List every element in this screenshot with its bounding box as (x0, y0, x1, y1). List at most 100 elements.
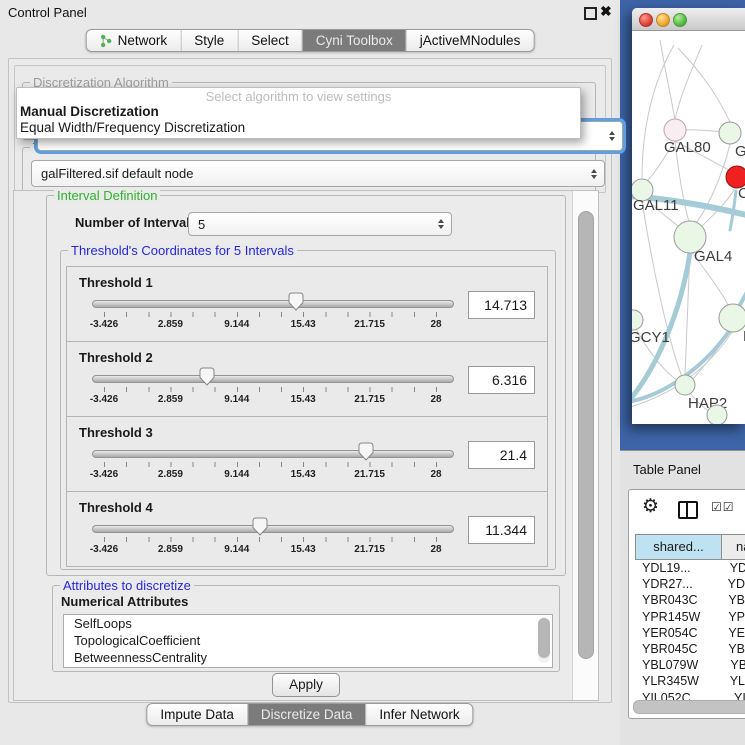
table-row[interactable]: YDR27...YDR2 (635, 576, 745, 592)
list-item[interactable]: BetweennessCentrality (64, 649, 552, 666)
network-node[interactable] (632, 310, 643, 330)
network-node[interactable] (719, 122, 741, 144)
scrollbar-thumb[interactable] (538, 618, 550, 658)
cell-name: YBR0 (715, 641, 745, 657)
tab-style[interactable]: Style (180, 30, 237, 51)
attributes-group: Attributes to discretize Numerical Attri… (52, 585, 560, 672)
threshold-slider[interactable]: -3.4262.8599.14415.4321.71528 (92, 516, 452, 562)
tab-jactivemnodules[interactable]: jActiveMNodules (406, 30, 534, 51)
network-node[interactable] (707, 405, 727, 424)
float-window-icon[interactable] (584, 7, 597, 20)
tab-impute-data[interactable]: Impute Data (147, 704, 247, 725)
threshold-label: Threshold 1 (79, 275, 153, 290)
close-window-icon[interactable] (639, 13, 653, 27)
network-node[interactable] (675, 375, 695, 395)
table-row[interactable]: YBL079WYBL0 (635, 657, 745, 673)
threshold-slider[interactable]: -3.4262.8599.14415.4321.71528 (92, 441, 452, 487)
scale-label: 21.715 (354, 469, 385, 480)
threshold-value-field[interactable]: 6.316 (468, 366, 535, 394)
close-icon[interactable]: ✖ (600, 3, 612, 20)
select-columns-icon[interactable]: ☑☑ (711, 500, 735, 514)
threshold-value-field[interactable]: 14.713 (468, 291, 535, 319)
list-scrollbar[interactable] (538, 617, 550, 663)
table-row[interactable]: YER054CYER0 (635, 625, 745, 641)
threshold-slider[interactable]: -3.4262.8599.14415.4321.71528 (92, 291, 452, 337)
slider-handle[interactable] (252, 517, 268, 536)
network-node-label: GCY1 (632, 329, 670, 346)
slider-handle[interactable] (199, 367, 215, 386)
tab-label: Network (118, 33, 168, 48)
scale-label: 21.715 (354, 319, 385, 330)
cell-shared-name: YER054C (635, 625, 715, 641)
network-node-label: C (738, 185, 745, 202)
table-hscrollbar[interactable] (633, 700, 745, 712)
cell-name: YPR1 (715, 609, 745, 625)
table-panel-title: Table Panel (633, 462, 701, 477)
scale-label: -3.426 (90, 394, 118, 405)
columns-icon[interactable] (678, 501, 698, 519)
slider-track[interactable] (92, 300, 454, 308)
combo-value: 5 (198, 217, 205, 232)
network-desktop: GAL80GACGAL11GAL4HGCY1HAP2 (620, 0, 745, 450)
slider-handle[interactable] (358, 442, 374, 461)
table-header: shared... na (635, 534, 745, 560)
num-intervals-combo[interactable]: 5 (188, 212, 452, 236)
slider-handle[interactable] (288, 292, 304, 311)
tab-cyni-toolbox[interactable]: Cyni Toolbox (302, 30, 406, 51)
slider-ticks (104, 312, 437, 317)
scale-label: 28 (430, 469, 441, 480)
threshold-value-field[interactable]: 21.4 (468, 441, 535, 469)
network-edge[interactable] (675, 45, 702, 119)
threshold-label: Threshold 3 (79, 425, 153, 440)
scale-label: -3.426 (90, 544, 118, 555)
threshold-label: Threshold 4 (79, 500, 153, 515)
panel-scrollbar[interactable] (572, 191, 598, 700)
tab-label: Discretize Data (261, 707, 353, 722)
tab-discretize-data[interactable]: Discretize Data (247, 704, 366, 725)
threshold-section: Threshold 3 -3.4262.8599.14415.4321.7152… (66, 416, 548, 492)
zoom-window-icon[interactable] (673, 13, 687, 27)
threshold-value-field[interactable]: 11.344 (468, 516, 535, 544)
network-edge[interactable] (642, 45, 674, 178)
threshold-stack: Threshold 1 -3.4262.8599.14415.4321.7152… (66, 266, 548, 567)
node-table: ⚙ ☑☑ shared... na YDL19...YDL1YDR27...YD… (628, 489, 745, 719)
threshold-slider[interactable]: -3.4262.8599.14415.4321.71528 (92, 366, 452, 412)
scrollbar-thumb[interactable] (633, 700, 745, 714)
slider-track[interactable] (92, 525, 454, 533)
table-row[interactable]: YBR043CYBR0 (635, 592, 745, 608)
cell-name: YBL0 (717, 657, 745, 673)
network-edge[interactable] (660, 40, 675, 120)
group-label: Interval Definition (54, 188, 160, 203)
network-window[interactable]: GAL80GACGAL11GAL4HGCY1HAP2 (632, 8, 745, 424)
column-header-name[interactable]: na (722, 534, 745, 560)
scrollbar-thumb[interactable] (578, 211, 594, 659)
slider-track[interactable] (92, 375, 454, 383)
gear-icon[interactable]: ⚙ (642, 495, 659, 518)
table-row[interactable]: YPR145WYPR1 (635, 609, 745, 625)
list-item[interactable]: SelfLoops (64, 615, 552, 632)
network-node[interactable] (664, 119, 686, 141)
dropdown-option-manual[interactable]: Manual Discretization (17, 104, 580, 120)
column-header-shared-name[interactable]: shared... (635, 534, 722, 560)
network-canvas[interactable]: GAL80GACGAL11GAL4HGCY1HAP2 (632, 30, 745, 424)
apply-button[interactable]: Apply (272, 673, 340, 697)
tab-select[interactable]: Select (237, 30, 302, 51)
tab-infer-network[interactable]: Infer Network (365, 704, 472, 725)
cell-name: YBR0 (715, 592, 745, 608)
slider-track[interactable] (92, 450, 454, 458)
scale-label: 15.43 (291, 394, 316, 405)
dropdown-option-equal-width[interactable]: Equal Width/Frequency Discretization (17, 120, 580, 136)
table-row[interactable]: YBR045CYBR0 (635, 641, 745, 657)
network-node[interactable] (719, 304, 745, 332)
scale-label: 21.715 (354, 544, 385, 555)
table-panel: Table Panel ⚙ ☑☑ shared... na YDL19...YD… (620, 450, 745, 745)
tab-network[interactable]: Network (87, 30, 181, 51)
minimize-window-icon[interactable] (656, 13, 670, 27)
group-label: Attributes to discretize (60, 578, 194, 593)
list-item[interactable]: TopologicalCoefficient (64, 632, 552, 649)
slider-scale: -3.4262.8599.14415.4321.71528 (104, 544, 436, 557)
numerical-attributes-list[interactable]: SelfLoopsTopologicalCoefficientBetweenne… (63, 614, 553, 668)
table-data-combo[interactable]: galFiltered.sif default node (31, 160, 605, 187)
table-row[interactable]: YLR345WYLR3 (635, 673, 745, 689)
table-row[interactable]: YDL19...YDL1 (635, 560, 745, 576)
